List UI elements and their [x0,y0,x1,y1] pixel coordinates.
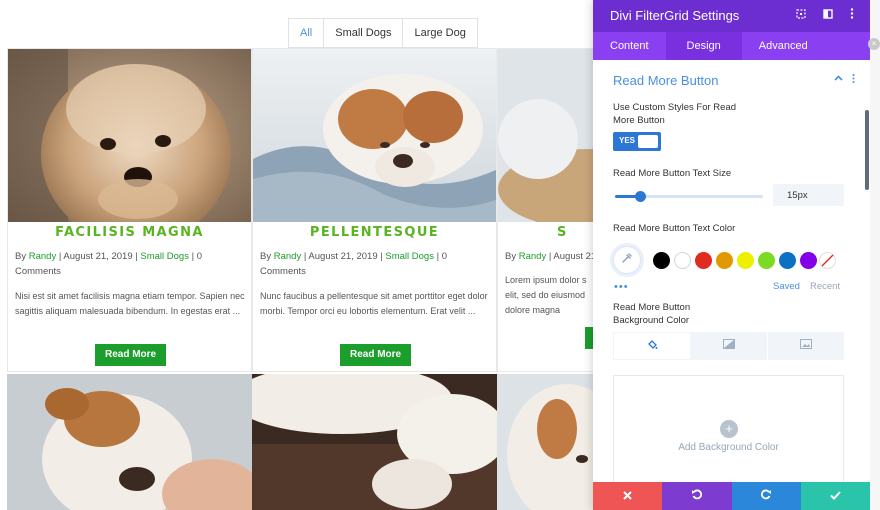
close-icon[interactable] [593,482,663,510]
post-excerpt: Nisi est sit amet facilisis magna etiam … [15,291,245,316]
post-image-terrier[interactable] [8,49,251,222]
post-title[interactable]: FACILISIS MAGNA [8,225,251,240]
close-circle-icon[interactable]: × [868,38,880,50]
bg-color-label: Read More Button Background Color [613,302,691,326]
slider-handle[interactable] [635,191,647,202]
text-color-label: Read More Button Text Color [613,223,736,234]
more-vertical-icon[interactable] [852,74,855,86]
color-swatch[interactable] [758,252,775,269]
section-title[interactable]: Read More Button [613,73,719,88]
meta-by: By [15,251,29,262]
meta-date: | August 21, 2019 | [56,251,141,262]
saved-colors-tab[interactable]: Saved [773,281,800,292]
check-icon[interactable] [800,482,870,510]
read-more-button[interactable]: Read More [340,344,412,366]
meta-by: By [505,251,519,262]
text-size-slider[interactable] [615,191,763,202]
toggle-label: YES [619,136,636,145]
post-card: PELLENTESQUE By Randy | August 21, 2019 … [252,48,497,372]
filter-tab-small-dogs[interactable]: Small Dogs [324,19,404,47]
paint-bucket-icon[interactable] [613,332,691,360]
recent-colors-tab[interactable]: Recent [810,281,840,292]
custom-styles-label: Use Custom Styles For Read More Button [613,102,737,126]
category-link[interactable]: Small Dogs [140,251,189,262]
page: All Small Dogs Large Dog FACILISIS MAGNA… [0,0,880,510]
add-background-color[interactable]: Add Background Color [614,442,843,453]
filter-tab-all[interactable]: All [289,19,325,47]
more-colors-icon[interactable]: ••• [614,281,629,293]
post-image-dog-paws[interactable] [252,374,497,510]
side-strip [870,0,880,510]
eyedropper-icon[interactable] [613,246,641,274]
color-swatch[interactable] [779,252,796,269]
add-icon[interactable]: + [720,420,738,438]
color-swatch[interactable] [737,252,754,269]
meta-date: | August 21, 2019 | [301,251,386,262]
post-image-bulldog-blanket[interactable] [253,49,496,222]
no-color-icon[interactable] [819,252,836,269]
image-icon[interactable] [768,332,844,360]
post-card: FACILISIS MAGNA By Randy | August 21, 20… [7,48,252,372]
panel-footer [593,482,870,510]
redo-icon[interactable] [731,482,801,510]
post-title[interactable]: S [557,225,568,240]
post-image-bulldog-hand[interactable] [7,374,252,510]
color-swatch[interactable] [653,252,670,269]
color-swatch[interactable] [716,252,733,269]
panel-scrollbar[interactable] [865,110,869,190]
post-title[interactable]: PELLENTESQUE [253,225,496,240]
filter-tab-large-dog[interactable]: Large Dog [403,19,476,47]
author-link[interactable]: Randy [274,251,301,262]
settings-panel: Divi FilterGrid Settings Content Design … [593,0,870,510]
undo-icon[interactable] [662,482,732,510]
toggle-knob [638,135,658,148]
author-link[interactable]: Randy [29,251,56,262]
post-excerpt: Lorem ipsum dolor s elit, sed do eiusmod… [505,275,587,315]
gradient-icon[interactable] [691,332,768,360]
text-size-label: Read More Button Text Size [613,168,732,179]
panel-body: Read More Button Use Custom Styles For R… [593,0,870,482]
filter-tabs: All Small Dogs Large Dog [288,18,478,48]
background-type-tabs [613,332,844,360]
category-link[interactable]: Small Dogs [385,251,434,262]
read-more-button[interactable]: Read More [95,344,167,366]
author-link[interactable]: Randy [519,251,546,262]
post-excerpt: Nunc faucibus a pellentesque sit amet po… [260,291,488,316]
meta-date: | August 21 [546,251,597,262]
color-swatch[interactable] [695,252,712,269]
color-swatch[interactable] [674,252,691,269]
background-color-box[interactable]: + Add Background Color [613,375,844,482]
post-meta: By Randy | August 21, 2019 | Small Dogs … [260,249,492,279]
meta-by: By [260,251,274,262]
text-size-input[interactable] [773,184,844,206]
color-swatch[interactable] [800,252,817,269]
custom-styles-toggle[interactable]: YES [613,132,661,151]
chevron-up-icon[interactable] [834,74,843,86]
post-meta: By Randy | August 21, 2019 | Small Dogs … [15,249,247,279]
